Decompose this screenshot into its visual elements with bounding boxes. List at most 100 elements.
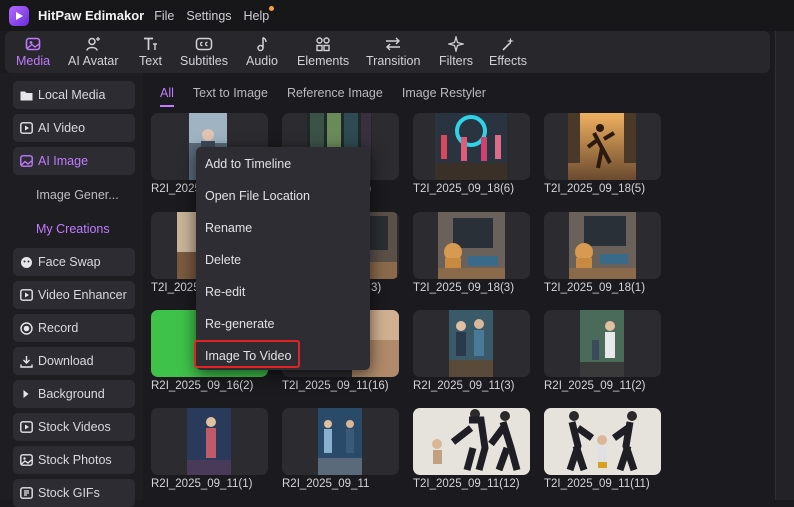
- sidebar-item-label: Stock GIFs: [38, 486, 100, 500]
- thumbnail-caption: R2I_2025_09_16(2): [151, 380, 254, 392]
- menu-settings[interactable]: Settings: [186, 9, 231, 23]
- filters-icon: [445, 35, 467, 53]
- record-icon: [19, 321, 33, 335]
- sidebar-item-background[interactable]: Background: [13, 380, 135, 408]
- tab-image-restyler[interactable]: Image Restyler: [402, 86, 486, 102]
- menu-item-open-file-location[interactable]: Open File Location: [205, 189, 310, 203]
- thumbnail-tile[interactable]: [544, 212, 661, 279]
- tool-filters[interactable]: Filters: [439, 35, 473, 71]
- download-icon: [19, 355, 33, 368]
- sidebar-item-record[interactable]: Record: [13, 314, 135, 342]
- thumbnail-tile[interactable]: [544, 113, 661, 180]
- sidebar-item-stock-photos[interactable]: Stock Photos: [13, 446, 135, 474]
- menu-file[interactable]: File: [154, 9, 174, 23]
- sidebar-item-ai-image[interactable]: AI Image: [13, 147, 135, 175]
- thumbnail-caption: T2I_2025_09_18(5): [544, 183, 646, 195]
- text-icon: [139, 35, 161, 53]
- tool-media-label: Media: [16, 54, 51, 68]
- tool-elements-label: Elements: [297, 54, 350, 68]
- thumbnail-image: [413, 408, 530, 475]
- tool-transition-label: Transition: [366, 54, 421, 68]
- app-logo-icon: [9, 5, 29, 26]
- sidebar-item-face-swap[interactable]: Face Swap: [13, 248, 135, 276]
- sidebar-item-stock-videos[interactable]: Stock Videos: [13, 413, 135, 441]
- thumbnail-image: [187, 408, 231, 475]
- library-tabs: All Text to Image Reference Image Image …: [160, 86, 505, 107]
- tab-reference-image[interactable]: Reference Image: [287, 86, 383, 102]
- tool-ai-avatar[interactable]: AI Avatar: [68, 35, 119, 71]
- tool-subtitles[interactable]: Subtitles: [180, 35, 228, 71]
- thumbnail-tile[interactable]: [544, 408, 661, 475]
- thumbnail-tile[interactable]: [413, 310, 530, 377]
- effects-icon: [497, 35, 519, 53]
- menu-item-re-generate[interactable]: Re-generate: [205, 317, 275, 331]
- right-panel-edge: [775, 31, 794, 500]
- tool-media[interactable]: Media: [16, 35, 50, 71]
- thumbnail-caption: T2I_2025_09_11(16): [282, 380, 389, 392]
- menu-item-re-edit[interactable]: Re-edit: [205, 285, 245, 299]
- tool-effects[interactable]: Effects: [489, 35, 527, 71]
- thumbnail-image: [449, 310, 493, 377]
- thumbnail-tile[interactable]: [151, 408, 268, 475]
- main-toolbar: Media AI Avatar Text Subtitles Audio Ele…: [0, 31, 794, 73]
- ai-avatar-icon: [82, 35, 104, 53]
- sidebar-item-label: Stock Videos: [38, 420, 111, 434]
- menu-item-delete[interactable]: Delete: [205, 253, 241, 267]
- stock-videos-icon: [19, 421, 33, 433]
- thumbnail-caption: T2I_2025: [151, 282, 200, 294]
- tab-all[interactable]: All: [160, 86, 174, 107]
- sidebar-item-ai-video[interactable]: AI Video: [13, 114, 135, 142]
- thumbnail-image: [580, 310, 624, 377]
- context-menu: Add to Timeline Open File Location Renam…: [196, 147, 370, 370]
- media-icon: [22, 35, 44, 53]
- tool-transition[interactable]: Transition: [366, 35, 420, 71]
- thumbnail-caption: R2I_2025_09_11(1): [151, 478, 253, 490]
- stock-gifs-icon: [19, 487, 33, 499]
- thumbnail-caption: R2I_2025_09_11(3): [413, 380, 515, 392]
- tool-effects-label: Effects: [489, 54, 527, 68]
- sidebar-item-video-enhancer[interactable]: Video Enhancer: [13, 281, 135, 309]
- tool-audio[interactable]: Audio: [246, 35, 278, 71]
- notification-dot: [269, 5, 275, 11]
- sidebar-item-label: Stock Photos: [38, 453, 112, 467]
- thumbnail-caption: R2I_2025: [151, 183, 201, 195]
- thumbnail-image: [568, 113, 636, 180]
- thumbnail-caption: T2I_2025_09_18(3): [413, 282, 515, 294]
- tab-text-to-image[interactable]: Text to Image: [193, 86, 268, 102]
- thumbnail-caption: R2I_2025_09_11: [282, 478, 370, 490]
- tool-elements[interactable]: Elements: [297, 35, 349, 71]
- tool-filters-label: Filters: [439, 54, 474, 68]
- thumbnail-tile[interactable]: [282, 408, 399, 475]
- thumbnail-tile[interactable]: [544, 310, 661, 377]
- sidebar-sub-image-generator[interactable]: Image Gener...: [36, 188, 119, 202]
- toolbar-panel: Media AI Avatar Text Subtitles Audio Ele…: [5, 31, 770, 73]
- menu-help[interactable]: Help: [243, 5, 275, 23]
- tool-audio-label: Audio: [246, 54, 278, 68]
- thumbnail-image: [318, 408, 362, 475]
- menu-item-add-to-timeline[interactable]: Add to Timeline: [205, 157, 291, 171]
- transition-icon: [382, 35, 404, 53]
- sidebar-item-download[interactable]: Download: [13, 347, 135, 375]
- thumbnail-tile[interactable]: [413, 113, 530, 180]
- sidebar-item-label: Local Media: [38, 88, 106, 102]
- folder-icon: [19, 90, 33, 101]
- sidebar-item-label: AI Image: [38, 154, 89, 168]
- sidebar-item-local-media[interactable]: Local Media: [13, 81, 135, 109]
- tool-ai-avatar-label: AI Avatar: [68, 54, 119, 68]
- ai-video-icon: [19, 122, 33, 134]
- sidebar-item-label: Background: [38, 387, 105, 401]
- tool-text[interactable]: Text: [139, 35, 162, 71]
- sidebar-sub-my-creations[interactable]: My Creations: [36, 222, 110, 236]
- menu-item-rename[interactable]: Rename: [205, 221, 252, 235]
- audio-icon: [251, 35, 273, 53]
- elements-icon: [312, 35, 334, 53]
- sidebar-item-label: Face Swap: [38, 255, 101, 269]
- subtitles-icon: [193, 35, 215, 53]
- sidebar-item-stock-gifs[interactable]: Stock GIFs: [13, 479, 135, 507]
- menu-help-label: Help: [243, 8, 270, 23]
- thumbnail-caption: T2I_2025_09_18(1): [544, 282, 646, 294]
- thumbnail-image: [544, 408, 661, 475]
- thumbnail-image: [569, 212, 636, 279]
- thumbnail-tile[interactable]: [413, 212, 530, 279]
- thumbnail-tile[interactable]: [413, 408, 530, 475]
